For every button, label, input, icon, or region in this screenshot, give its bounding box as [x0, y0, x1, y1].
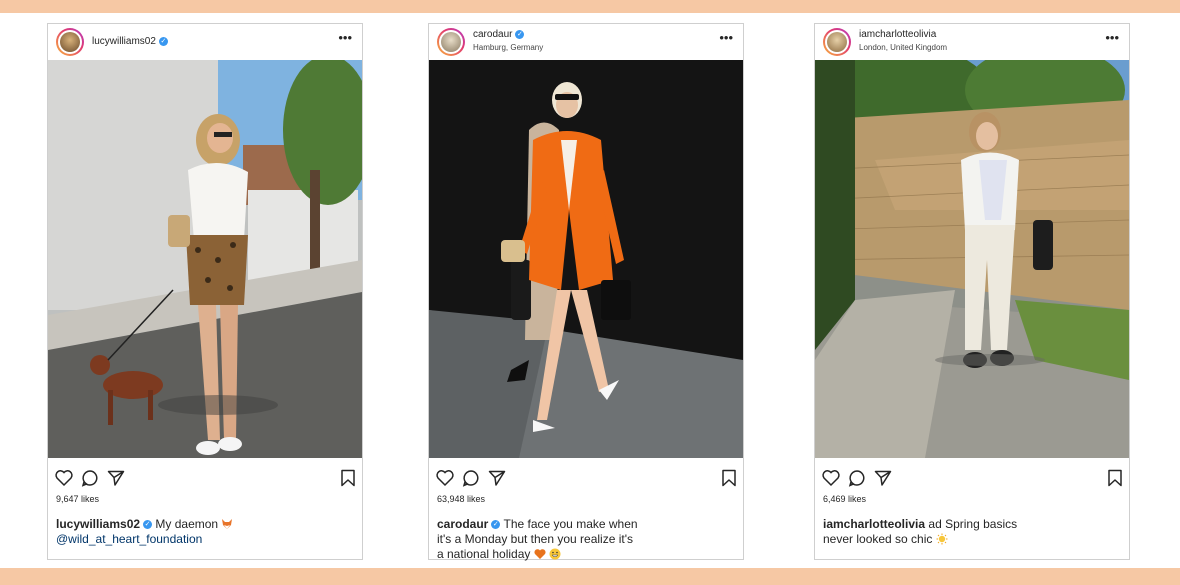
- comment-icon[interactable]: [847, 468, 867, 488]
- post-photo[interactable]: [48, 60, 362, 458]
- caption-mention-link[interactable]: @wild_at_heart_foundation: [56, 532, 202, 546]
- send-icon[interactable]: [487, 468, 507, 488]
- post-actions: [48, 468, 362, 492]
- verified-badge-icon: ✓: [491, 520, 501, 530]
- post-photo[interactable]: [815, 60, 1129, 458]
- likes-count[interactable]: 63,948 likes: [437, 494, 485, 504]
- bookmark-icon[interactable]: [719, 468, 739, 488]
- post-header: carodaur ✓ Hamburg, Germany •••: [429, 24, 743, 60]
- post-caption: carodaur ✓ The face you make when it's a …: [437, 517, 733, 562]
- caption-text: The face you make when: [503, 517, 638, 531]
- post-card-lucywilliams02: lucywilliams02 ✓ ••• 9,647 likes lucywil…: [47, 23, 363, 560]
- caption-text: My daemon: [155, 517, 219, 531]
- post-header: iamcharlotteolivia London, United Kingdo…: [815, 24, 1129, 60]
- avatar[interactable]: [56, 28, 84, 56]
- caption-text-line2: never looked so chic: [823, 532, 933, 546]
- caption-text-line2: it's a Monday but then you realize it's: [437, 532, 634, 546]
- post-photo[interactable]: [429, 60, 743, 458]
- bottom-accent-band: [0, 568, 1180, 585]
- caption-username[interactable]: carodaur: [437, 517, 488, 531]
- post-username[interactable]: iamcharlotteolivia: [859, 29, 936, 40]
- post-location[interactable]: London, United Kingdom: [859, 43, 947, 52]
- post-card-carodaur: carodaur ✓ Hamburg, Germany ••• 63,948 l…: [428, 23, 744, 562]
- post-username[interactable]: lucywilliams02 ✓: [92, 36, 168, 47]
- heart-emoji: [534, 549, 546, 559]
- more-options-icon[interactable]: •••: [719, 31, 733, 44]
- top-accent-band: [0, 0, 1180, 13]
- post-actions: [429, 468, 743, 492]
- comment-icon[interactable]: [80, 468, 100, 488]
- send-icon[interactable]: [873, 468, 893, 488]
- post-header: lucywilliams02 ✓ •••: [48, 24, 362, 60]
- post-caption: lucywilliams02 ✓ My daemon @wild_at_heart…: [56, 517, 352, 547]
- heart-icon[interactable]: [435, 468, 455, 488]
- post-caption: iamcharlotteolivia ad Spring basics neve…: [823, 517, 1119, 547]
- avatar[interactable]: [437, 28, 465, 56]
- post-actions: [815, 468, 1129, 492]
- verified-badge-icon: ✓: [143, 520, 153, 530]
- avatar[interactable]: [823, 28, 851, 56]
- post-location[interactable]: Hamburg, Germany: [473, 43, 543, 52]
- caption-text-line3: a national holiday: [437, 547, 531, 561]
- send-icon[interactable]: [106, 468, 126, 488]
- more-options-icon[interactable]: •••: [1105, 31, 1119, 44]
- post-card-iamcharlotteolivia: iamcharlotteolivia London, United Kingdo…: [814, 23, 1130, 560]
- heart-icon[interactable]: [54, 468, 74, 488]
- caption-username[interactable]: iamcharlotteolivia: [823, 517, 925, 531]
- post-username[interactable]: carodaur ✓: [473, 29, 525, 40]
- more-options-icon[interactable]: •••: [338, 31, 352, 44]
- comment-icon[interactable]: [461, 468, 481, 488]
- heart-icon[interactable]: [821, 468, 841, 488]
- bookmark-icon[interactable]: [338, 468, 358, 488]
- grinning-face-emoji: [549, 548, 561, 560]
- caption-text: ad Spring basics: [928, 517, 1018, 531]
- likes-count[interactable]: 9,647 likes: [56, 494, 99, 504]
- fox-emoji: [222, 519, 233, 529]
- bookmark-icon[interactable]: [1105, 468, 1125, 488]
- verified-badge-icon: ✓: [515, 29, 525, 39]
- verified-badge-icon: ✓: [158, 36, 168, 46]
- caption-username[interactable]: lucywilliams02: [56, 517, 140, 531]
- sun-emoji: [936, 533, 948, 545]
- likes-count[interactable]: 6,469 likes: [823, 494, 866, 504]
